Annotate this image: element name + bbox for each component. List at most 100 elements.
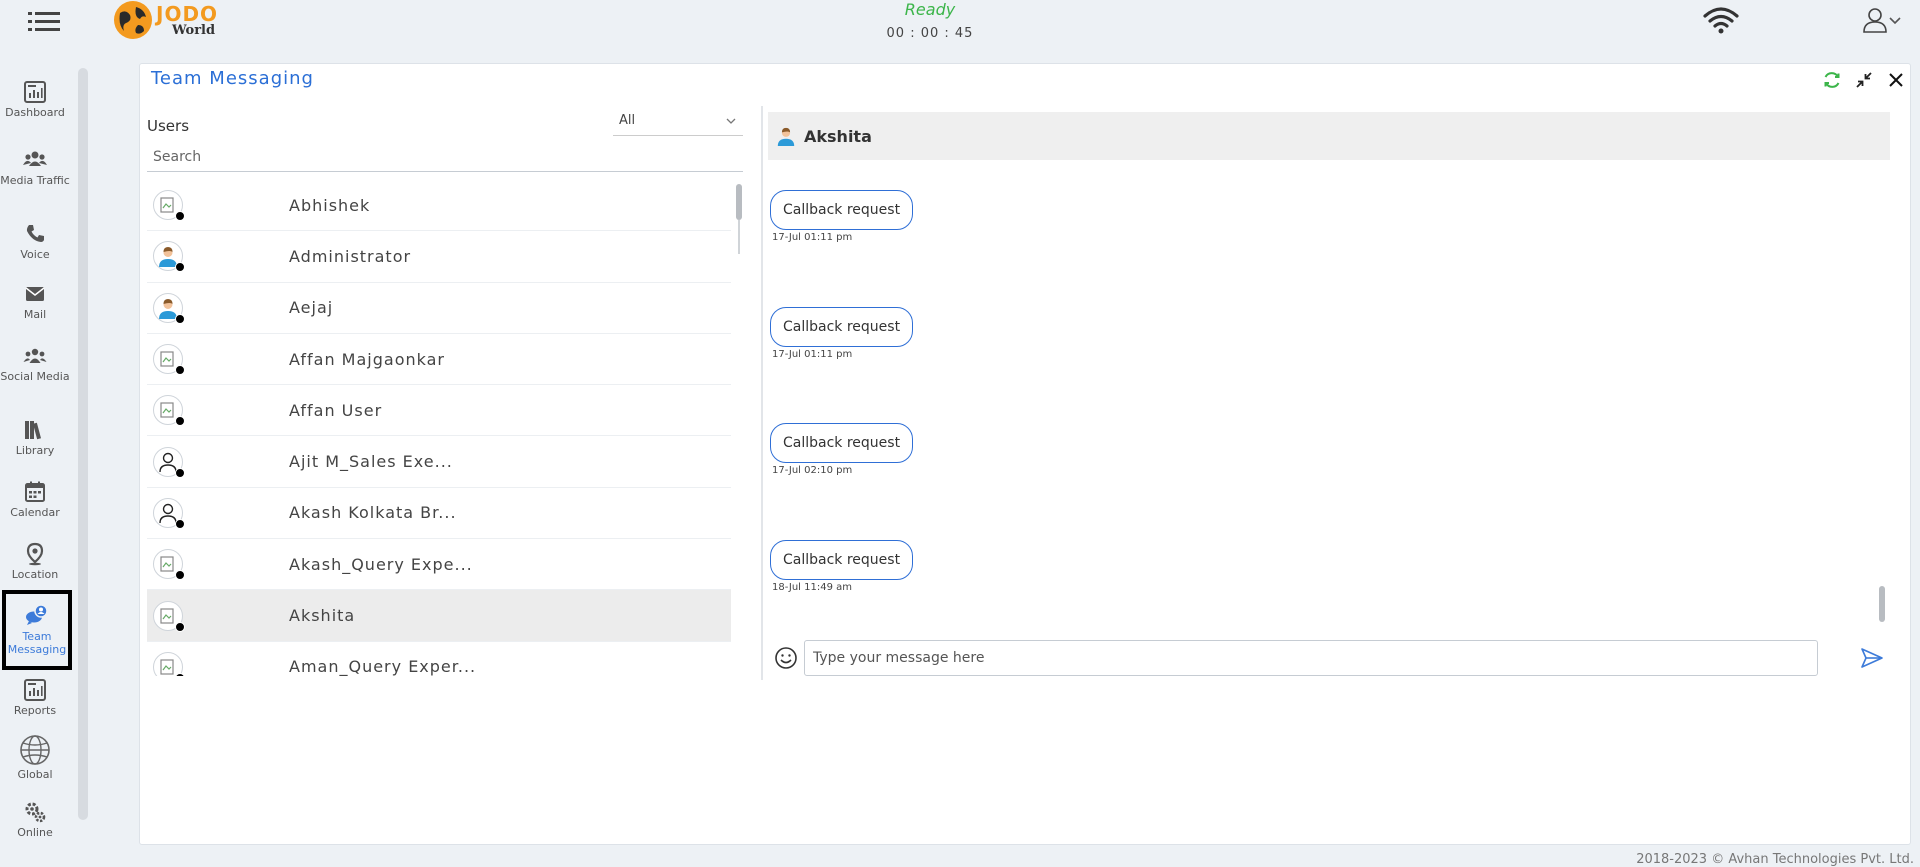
user-list-item[interactable]: Aejaj	[147, 283, 731, 334]
sidebar-item-online[interactable]: Online	[0, 800, 70, 860]
team-messaging-panel: Team Messaging Users All Abhishek Admini…	[139, 63, 1911, 845]
user-list-item[interactable]: Abhishek	[147, 180, 731, 232]
chat-message: Callback request 17-Jul 01:11 pm	[770, 307, 914, 360]
sidebar-item-label: Mail	[23, 308, 47, 321]
close-button[interactable]	[1886, 70, 1906, 90]
footer-copyright: 2018-2023 © Avhan Technologies Pvt. Ltd.	[1636, 852, 1914, 867]
message-bubble: Callback request	[770, 307, 914, 347]
user-list-item[interactable]: Aman_Query Exper...	[147, 642, 731, 676]
contact-avatar-icon	[777, 127, 795, 146]
sidebar-item-label: Media Traffic	[0, 174, 70, 187]
users-label: Users	[147, 117, 190, 135]
chat-message: Callback request 17-Jul 02:10 pm	[770, 423, 914, 476]
sidebar-item-dashboard[interactable]: Dashboard	[0, 80, 70, 140]
panel-title: Team Messaging	[151, 68, 314, 89]
sidebar-item-label: Library	[15, 444, 55, 457]
logo-secondary-text: World	[172, 22, 216, 38]
user-list-item[interactable]: Ajit M_Sales Exe...	[147, 436, 731, 488]
users-column: Users All Abhishek Administrator Aejaj A…	[147, 106, 745, 684]
person-avatar-icon	[153, 241, 185, 273]
column-divider	[761, 106, 763, 680]
chat-column: Akshita Callback request 17-Jul 01:11 pm…	[768, 106, 1892, 684]
send-icon[interactable]	[1860, 646, 1884, 670]
user-name: Administrator	[289, 246, 412, 266]
app-logo: JODO World	[112, 0, 218, 40]
sidebar-item-label: Dashboard	[5, 106, 65, 119]
scrollbar-track	[738, 220, 740, 254]
broken-image-avatar-icon	[153, 395, 185, 427]
sidebar-item-reports[interactable]: Reports	[0, 678, 70, 738]
sidebar-item-mail[interactable]: Mail	[0, 282, 70, 342]
user-list: Abhishek Administrator Aejaj Affan Majga…	[147, 180, 731, 676]
user-list-item[interactable]: Administrator	[147, 231, 731, 283]
user-name: Aejaj	[289, 298, 334, 318]
status-timer: 00 : 00 : 45	[886, 26, 974, 41]
broken-image-avatar-icon	[153, 600, 185, 632]
calendar-icon	[25, 481, 45, 502]
sidebar-scrollbar[interactable]	[78, 68, 88, 820]
sidebar-item-label: Reports	[13, 704, 57, 717]
sidebar-item-label: Global	[17, 768, 53, 781]
chevron-down-icon	[1889, 17, 1901, 25]
broken-image-avatar-icon	[153, 344, 185, 376]
presence-dot	[175, 621, 185, 632]
message-timestamp: 17-Jul 02:10 pm	[772, 465, 853, 476]
outline-user-avatar-icon	[153, 446, 185, 478]
hamburger-menu-icon[interactable]	[28, 10, 60, 34]
media-traffic-icon	[23, 151, 47, 166]
emoji-icon[interactable]	[774, 646, 798, 670]
presence-dot	[175, 672, 185, 676]
user-icon	[1863, 8, 1887, 33]
user-list-scrollbar[interactable]	[735, 180, 743, 676]
message-bubble: Callback request	[770, 190, 914, 230]
presence-dot	[175, 211, 185, 222]
user-menu[interactable]	[1862, 6, 1908, 34]
sidebar-item-media-traffic[interactable]: Media Traffic	[0, 148, 70, 208]
scrollbar-thumb[interactable]	[736, 184, 742, 220]
close-icon	[1889, 73, 1903, 87]
sidebar-item-calendar[interactable]: Calendar	[0, 480, 70, 540]
sidebar-item-label: Voice	[20, 248, 50, 261]
user-list-item[interactable]: Akash Kolkata Br...	[147, 488, 731, 540]
user-search-input[interactable]	[147, 142, 743, 172]
presence-dot	[175, 570, 185, 581]
chat-contact-name: Akshita	[804, 126, 872, 146]
refresh-button[interactable]	[1822, 70, 1842, 90]
phone-icon	[26, 225, 44, 242]
message-input[interactable]	[804, 640, 1818, 676]
sidebar-item-label: Calendar	[10, 506, 60, 519]
presence-dot	[175, 416, 185, 427]
user-list-item[interactable]: Affan User	[147, 385, 731, 437]
message-timestamp: 18-Jul 11:49 am	[772, 582, 852, 593]
compress-icon	[1856, 72, 1872, 88]
user-list-item[interactable]: Akash_Query Expe...	[147, 539, 731, 591]
panel-actions	[1822, 70, 1906, 90]
top-bar: JODO World Ready 00 : 00 : 45	[0, 0, 1920, 56]
broken-image-avatar-icon	[153, 190, 185, 222]
sidebar-item-library[interactable]: Library	[0, 418, 70, 478]
sidebar-item-global[interactable]: Global	[0, 734, 70, 794]
filter-value: All	[619, 113, 636, 128]
chat-message: Callback request 17-Jul 01:11 pm	[770, 190, 914, 243]
person-avatar-icon	[153, 292, 185, 324]
sidebar-item-social-media[interactable]: Social Media	[0, 344, 70, 404]
library-icon	[25, 421, 42, 440]
chevron-down-icon	[726, 118, 736, 124]
agent-status: Ready	[904, 0, 956, 19]
message-timestamp: 17-Jul 01:11 pm	[772, 232, 853, 243]
chat-scrollbar-thumb[interactable]	[1879, 586, 1885, 622]
globe-icon	[20, 735, 50, 765]
user-name: Ajit M_Sales Exe...	[289, 452, 453, 472]
sidebar-item-label: Social Media	[0, 370, 70, 383]
broken-image-avatar-icon	[153, 651, 185, 676]
message-timestamp: 17-Jul 01:11 pm	[772, 349, 853, 360]
sidebar-item-label: Location	[11, 568, 59, 581]
collapse-button[interactable]	[1854, 70, 1874, 90]
sidebar-item-voice[interactable]: Voice	[0, 222, 70, 282]
user-list-item[interactable]: Affan Majgaonkar	[147, 334, 731, 386]
user-list-item-selected[interactable]: Akshita	[147, 590, 731, 642]
sidebar-item-team-messaging[interactable]: Team Messaging	[2, 590, 72, 670]
presence-dot	[175, 518, 185, 529]
user-filter-dropdown[interactable]: All	[613, 106, 743, 136]
dashboard-icon	[24, 81, 46, 103]
